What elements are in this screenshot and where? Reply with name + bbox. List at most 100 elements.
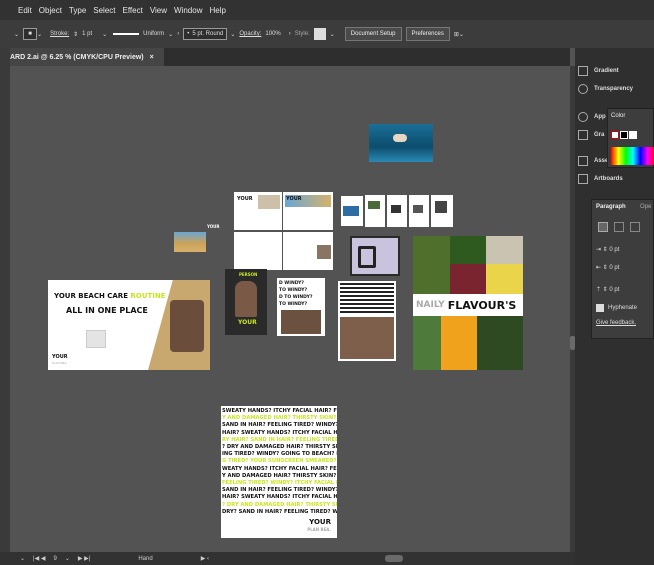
opacity-value[interactable]: 100% [265,31,280,37]
flavour-title: FLAVOUR'S [447,298,517,312]
next-page-icon[interactable]: ▶ ▶| [78,555,90,562]
opacity-label[interactable]: Opacity: [239,31,261,37]
chevron-down-icon[interactable]: ⌄ [37,31,42,38]
chevron-down-icon[interactable]: ⌄ [102,31,107,38]
your-text: YOUR [207,224,220,229]
hyphenate-label: Hyphenate [608,305,638,311]
stepper-icon[interactable]: ⇕ [73,31,78,38]
chevron-down-icon[interactable]: ⌄ [20,555,25,562]
document-tab[interactable]: ARD 2.ai @ 6.25 % (CMYK/CPU Preview) × [0,48,164,66]
leaves-tile [450,236,486,264]
white-swatch[interactable] [629,131,637,139]
lemon-tile [486,264,523,294]
your-text: YOUR [237,196,253,202]
product-image [86,330,106,348]
menu-bar: Edit Object Type Select Effect View Wind… [0,0,654,20]
chevron-down-icon[interactable]: ⌄ [330,31,335,38]
flavour-title-bar: NAILY FLAVOUR'S [413,294,523,316]
berries-tile [450,264,486,294]
first-page-icon[interactable]: |◀ ◀ [33,555,45,562]
paragraph-tab[interactable]: Paragraph [596,204,626,210]
poster-text-line: WEATY HANDS? ITCHY FACIAL HAIR? FEELING … [222,465,337,472]
artboard-doc-2 [365,195,385,227]
panel-artboards[interactable]: Artboards [575,174,654,184]
page-number[interactable]: 9 [54,556,57,562]
first-line-indent-field[interactable]: ⇤ ⇕ 0 pt [596,264,619,271]
opentype-tab-label: Ope [640,204,652,210]
chevron-right-icon[interactable]: ▶ ‹ [201,555,209,562]
poster-brand-sub: PLAN BEA. [307,527,331,532]
garlic-tile [486,236,523,264]
artboard-your-2: YOUR [283,192,333,230]
menu-object[interactable]: Object [39,6,62,15]
first-line-indent-value: 0 pt [609,265,620,271]
color-tab[interactable]: Color [611,113,625,119]
close-icon[interactable]: × [150,54,154,61]
stroke-swatch[interactable]: ■ [23,28,38,40]
menu-type[interactable]: Type [69,6,86,15]
horizontal-scroll-thumb[interactable] [385,555,403,562]
control-bar: ⌄ ■ ⌄ Stroke: ⇕ 1 pt ⌄ Uniform ⌄ › • 5 p… [0,20,654,48]
menu-effect[interactable]: Effect [123,6,143,15]
align-center-icon[interactable] [614,222,624,232]
menu-view[interactable]: View [150,6,167,15]
your-text: YOUR [52,354,68,360]
brush-label: 5 pt. Round [192,31,224,37]
artboard-canvas[interactable]: YOUR YOUR YOUR YOUR BEACH CARE ROUTINE A… [10,66,570,552]
beach-strip [258,195,280,209]
menu-help[interactable]: Help [209,6,225,15]
stroke-label[interactable]: Stroke: [50,31,69,37]
align-right-icon[interactable] [630,222,640,232]
chevron-right-icon[interactable]: › [289,31,291,37]
style-swatch[interactable] [313,28,326,40]
arrange-icon[interactable]: ⊞⌄ [454,31,464,38]
paragraph-panel[interactable]: Paragraph Ope ⇥ ⇕ 0 pt ⇤ ⇕ 0 pt ⇡ ⇕ 0 pt… [591,199,654,339]
chevron-down-icon[interactable]: ⌄ [14,31,19,38]
color-tab-label: Color [611,113,626,119]
poster-text-line: HAIR? SWEATY HANDS? ITCHY FACIAL HAIR? F… [222,494,337,501]
opentype-tab[interactable]: Ope [640,204,651,210]
variable-width-profile[interactable]: Uniform [143,31,164,37]
photo-thumb [317,245,331,259]
document-setup-button[interactable]: Document Setup [344,27,402,41]
menu-window[interactable]: Window [174,6,202,15]
windy-line: TO WINDY? [279,302,308,307]
orange-slices-tile [441,316,477,370]
artboard-beach-care-ad: YOUR BEACH CARE ROUTINE ALL IN ONE PLACE… [48,280,210,370]
swimmer-shape [393,134,407,142]
poster-text-line: SAND IN HAIR? FEELING TIRED? WINDY? GOIN… [222,487,337,494]
left-indent-field[interactable]: ⇥ ⇕ 0 pt [596,246,619,253]
artboard-doc-1 [341,196,363,226]
stroke-line-icon [113,33,140,35]
align-left-icon[interactable] [598,222,608,232]
asset-export-icon [578,156,588,166]
space-before-field[interactable]: ⇡ ⇕ 0 pt [596,286,619,293]
chevron-right-icon[interactable]: › [177,31,179,37]
artboard-underwater-photo [369,124,433,162]
panel-transparency[interactable]: Transparency [575,84,654,94]
menu-select[interactable]: Select [93,6,115,15]
panel-gradient[interactable]: Gradient [575,66,654,76]
give-feedback-link[interactable]: Give feedback. [596,320,636,326]
stroke-weight-value[interactable]: 1 pt [82,31,92,37]
chevron-down-icon[interactable]: ⌄ [230,31,235,38]
man-photo [340,317,394,359]
paragraph-tab-label: Paragraph [596,204,626,210]
transparency-label: Transparency [594,86,634,92]
poster-text-line: RY HAIR? SAND IN HAIR? FEELING TIRED? WI… [222,436,337,443]
chevron-down-icon[interactable]: ⌄ [168,31,173,38]
none-swatch[interactable] [611,131,619,139]
chevron-down-icon[interactable]: ⌄ [65,555,70,562]
artboard-windy-text: D WINDY? TO WINDY? D TO WINDY? TO WINDY? [277,278,325,336]
black-swatch[interactable] [620,131,628,139]
menu-edit[interactable]: Edit [18,6,32,15]
dense-text [340,283,394,313]
color-panel[interactable]: Color [607,108,654,168]
hyphenate-checkbox[interactable]: Hyphenate [596,304,637,312]
color-spectrum[interactable] [611,147,654,165]
beach-title-text: YOUR BEACH CARE [54,292,128,300]
artboard-doc-5 [431,195,453,227]
green-leaf-tile [477,316,523,370]
preferences-button[interactable]: Preferences [405,27,450,41]
brush-definition[interactable]: • 5 pt. Round [183,28,228,40]
